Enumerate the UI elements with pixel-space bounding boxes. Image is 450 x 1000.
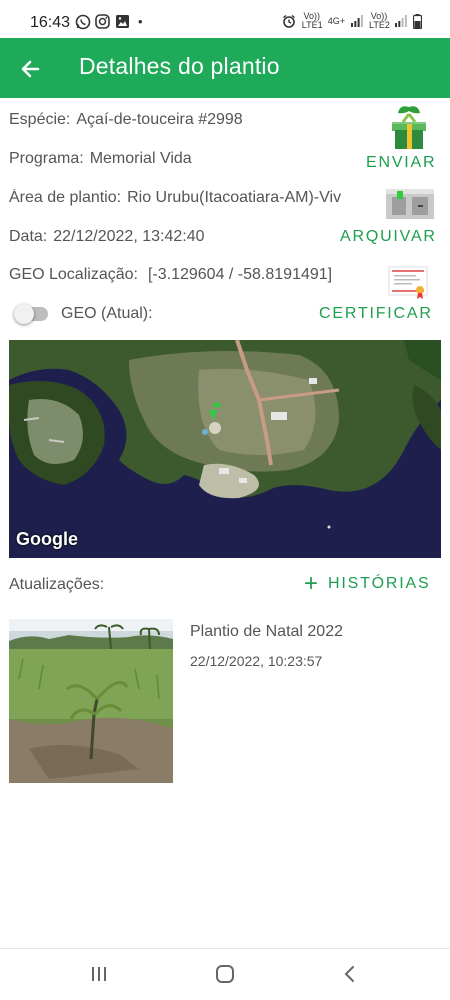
- geo-atual-label: GEO (Atual):: [61, 305, 153, 322]
- map-imagery: [9, 340, 441, 558]
- programa-value: Memorial Vida: [89, 150, 192, 167]
- programa-label: Programa:: [9, 150, 84, 167]
- geo-row: GEO Localização: [-3.129604 / -58.8191491…: [9, 266, 332, 284]
- signal-icon: [351, 15, 363, 27]
- alarm-icon: [282, 14, 295, 28]
- network-type: 4G+: [327, 16, 345, 26]
- status-right: Vo)) LTE1 4G+ Vo)) LTE2: [282, 12, 422, 30]
- whatsapp-icon: [75, 14, 91, 30]
- instagram-icon: [95, 14, 110, 29]
- certificate-icon[interactable]: [388, 264, 428, 300]
- enviar-button[interactable]: ENVIAR: [366, 154, 436, 172]
- geo-label: GEO Localização:: [9, 266, 138, 283]
- data-row: Data: 22/12/2022, 13:42:40: [9, 228, 205, 246]
- data-value: 22/12/2022, 13:42:40: [53, 228, 205, 245]
- page-title: Detalhes do plantio: [79, 53, 280, 79]
- geo-atual-toggle[interactable]: [14, 304, 48, 324]
- updates-label: Atualizações:: [9, 576, 105, 593]
- update-date: 22/12/2022, 10:23:57: [190, 653, 323, 669]
- update-photo[interactable]: [9, 619, 173, 783]
- arquivar-button[interactable]: ARQUIVAR: [340, 228, 437, 246]
- area-label: Área de plantio:: [9, 189, 122, 206]
- signal-icon-2: [395, 15, 407, 27]
- archive-cabinet-icon[interactable]: [384, 185, 436, 221]
- certificar-button[interactable]: CERTIFICAR: [319, 305, 433, 323]
- notification-dot: •: [138, 14, 143, 29]
- system-nav-bar: [0, 948, 450, 1000]
- update-title: Plantio de Natal 2022: [190, 623, 343, 640]
- geo-value: [-3.129604 / -58.8191491]: [147, 266, 333, 283]
- area-row: Área de plantio: Rio Urubu(Itacoatiara-AM…: [9, 189, 391, 207]
- status-bar: 16:43 • Vo)) LTE1 4G+ Vo)) LTE2: [0, 0, 450, 42]
- histories-label: HISTÓRIAS: [328, 575, 431, 592]
- google-attribution: Google: [16, 529, 78, 549]
- plant-photo-image: [9, 619, 173, 783]
- plus-icon: +: [304, 570, 319, 597]
- gallery-icon: [116, 15, 129, 28]
- status-time: 16:43: [30, 14, 71, 31]
- sim1-label: Vo)) LTE1: [301, 11, 323, 30]
- sim2-label: Vo)) LTE2: [369, 11, 390, 30]
- especie-label: Espécie:: [9, 111, 71, 128]
- home-icon[interactable]: [215, 964, 235, 984]
- area-value: Rio Urubu(Itacoatiara-AM)-Viv: [127, 189, 342, 206]
- back-arrow-icon[interactable]: [16, 54, 46, 84]
- especie-row: Espécie: Açaí-de-touceira #2998: [9, 111, 243, 129]
- add-history-button[interactable]: + HISTÓRIAS: [304, 570, 431, 597]
- data-label: Data:: [9, 228, 48, 245]
- programa-row: Programa: Memorial Vida: [9, 150, 192, 168]
- app-bar: Detalhes do plantio: [0, 38, 450, 98]
- back-nav-icon[interactable]: [342, 964, 358, 984]
- satellite-map[interactable]: Google: [9, 340, 441, 558]
- battery-icon: [413, 13, 422, 29]
- especie-value: Açaí-de-touceira #2998: [76, 111, 243, 128]
- recent-apps-icon[interactable]: [90, 965, 108, 983]
- gift-plant-icon[interactable]: [386, 104, 432, 152]
